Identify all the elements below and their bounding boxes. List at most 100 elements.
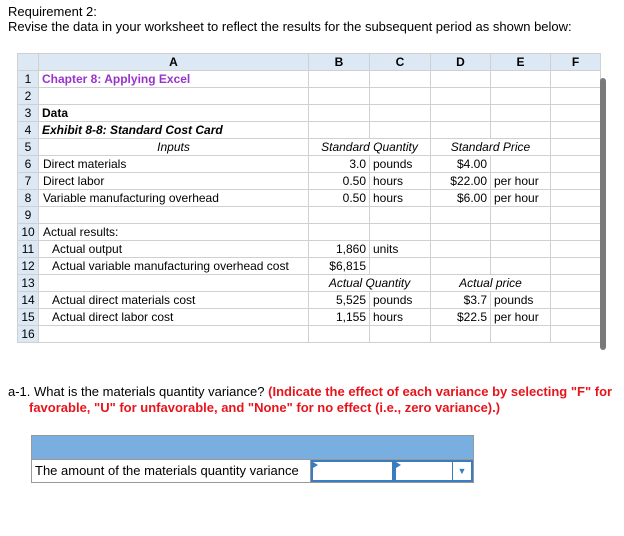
cell[interactable] — [38, 274, 309, 292]
cell[interactable] — [308, 104, 370, 122]
cell[interactable] — [490, 87, 551, 105]
cell[interactable]: Chapter 8: Applying Excel — [38, 70, 309, 88]
cell[interactable] — [490, 206, 551, 224]
column-header[interactable]: F — [550, 53, 601, 71]
column-header[interactable]: B — [308, 53, 370, 71]
cell[interactable] — [430, 325, 491, 343]
cell[interactable] — [550, 257, 601, 275]
cell[interactable]: Actual output — [38, 240, 309, 258]
row-number[interactable]: 10 — [17, 223, 39, 241]
row-number[interactable]: 9 — [17, 206, 39, 224]
cell[interactable] — [38, 206, 309, 224]
cell[interactable]: 1,155 — [308, 308, 370, 326]
corner-cell[interactable] — [17, 53, 39, 71]
cell[interactable]: Variable manufacturing overhead — [38, 189, 309, 207]
cell[interactable] — [430, 206, 491, 224]
column-header[interactable]: D — [430, 53, 491, 71]
cell[interactable] — [430, 257, 491, 275]
cell[interactable] — [369, 223, 431, 241]
cell[interactable] — [308, 121, 370, 139]
cell[interactable] — [369, 104, 431, 122]
cell[interactable]: Actual Quantity — [308, 274, 431, 292]
cell[interactable]: hours — [369, 308, 431, 326]
column-header[interactable]: C — [369, 53, 431, 71]
cell[interactable]: Actual variable manufacturing overhead c… — [38, 257, 309, 275]
cell[interactable] — [490, 104, 551, 122]
column-header[interactable]: A — [38, 53, 309, 71]
cell[interactable] — [550, 291, 601, 309]
cell[interactable] — [550, 274, 601, 292]
cell[interactable] — [430, 240, 491, 258]
row-number[interactable]: 8 — [17, 189, 39, 207]
cell[interactable] — [490, 121, 551, 139]
cell[interactable]: Standard Price — [430, 138, 551, 156]
cell[interactable]: $6.00 — [430, 189, 491, 207]
cell[interactable] — [490, 325, 551, 343]
cell[interactable] — [369, 257, 431, 275]
cell[interactable] — [308, 206, 370, 224]
row-number[interactable]: 3 — [17, 104, 39, 122]
row-number[interactable]: 16 — [17, 325, 39, 343]
cell[interactable] — [490, 155, 551, 173]
cell[interactable] — [550, 121, 601, 139]
cell[interactable]: $6,815 — [308, 257, 370, 275]
row-number[interactable]: 12 — [17, 257, 39, 275]
variance-effect-select[interactable]: ▼ — [394, 460, 473, 482]
cell[interactable] — [38, 87, 309, 105]
cell[interactable]: Data — [38, 104, 309, 122]
row-number[interactable]: 11 — [17, 240, 39, 258]
cell[interactable] — [550, 138, 601, 156]
cell[interactable] — [550, 172, 601, 190]
cell[interactable] — [308, 223, 370, 241]
cell[interactable]: hours — [369, 172, 431, 190]
cell[interactable] — [550, 155, 601, 173]
cell[interactable]: per hour — [490, 189, 551, 207]
row-number[interactable]: 7 — [17, 172, 39, 190]
cell[interactable] — [369, 206, 431, 224]
cell[interactable]: Actual direct materials cost — [38, 291, 309, 309]
cell[interactable] — [550, 104, 601, 122]
cell[interactable] — [430, 104, 491, 122]
row-number[interactable]: 6 — [17, 155, 39, 173]
cell[interactable]: 3.0 — [308, 155, 370, 173]
cell[interactable]: Actual results: — [38, 223, 309, 241]
cell[interactable]: 0.50 — [308, 189, 370, 207]
cell[interactable]: $4.00 — [430, 155, 491, 173]
cell[interactable] — [430, 121, 491, 139]
cell[interactable]: hours — [369, 189, 431, 207]
cell[interactable]: per hour — [490, 172, 551, 190]
cell[interactable]: Exhibit 8-8: Standard Cost Card — [38, 121, 309, 139]
cell[interactable]: $22.00 — [430, 172, 491, 190]
cell[interactable] — [550, 206, 601, 224]
cell[interactable] — [490, 223, 551, 241]
cell[interactable] — [550, 189, 601, 207]
cell[interactable]: pounds — [369, 155, 431, 173]
cell[interactable]: $22.5 — [430, 308, 491, 326]
row-number[interactable]: 5 — [17, 138, 39, 156]
chevron-down-icon[interactable]: ▼ — [452, 462, 471, 480]
cell[interactable]: Actual price — [430, 274, 551, 292]
cell[interactable]: Actual direct labor cost — [38, 308, 309, 326]
variance-amount-input[interactable] — [311, 460, 394, 482]
cell[interactable]: Inputs — [38, 138, 309, 156]
row-number[interactable]: 15 — [17, 308, 39, 326]
column-header[interactable]: E — [490, 53, 551, 71]
cell[interactable] — [38, 325, 309, 343]
cell[interactable] — [369, 70, 431, 88]
cell[interactable]: 5,525 — [308, 291, 370, 309]
cell[interactable] — [430, 87, 491, 105]
cell[interactable] — [308, 87, 370, 105]
cell[interactable]: 1,860 — [308, 240, 370, 258]
cell[interactable]: 0.50 — [308, 172, 370, 190]
cell[interactable] — [369, 325, 431, 343]
cell[interactable] — [430, 223, 491, 241]
cell[interactable] — [550, 87, 601, 105]
row-number[interactable]: 13 — [17, 274, 39, 292]
row-number[interactable]: 14 — [17, 291, 39, 309]
cell[interactable]: per hour — [490, 308, 551, 326]
cell[interactable]: $3.7 — [430, 291, 491, 309]
row-number[interactable]: 1 — [17, 70, 39, 88]
cell[interactable] — [550, 223, 601, 241]
cell[interactable] — [369, 87, 431, 105]
vertical-scrollbar[interactable] — [600, 78, 606, 350]
